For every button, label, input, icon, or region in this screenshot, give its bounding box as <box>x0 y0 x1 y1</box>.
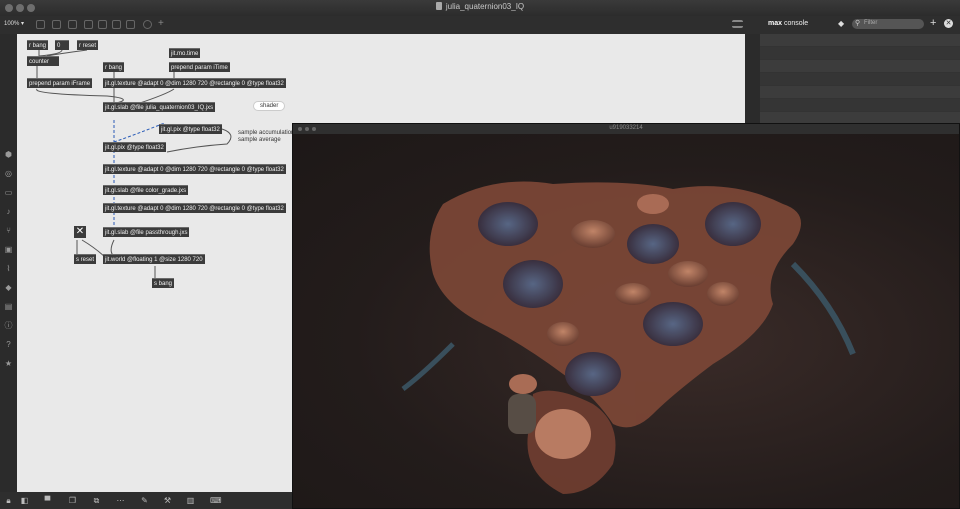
console-row <box>760 86 960 99</box>
star-icon[interactable]: ★ <box>4 359 13 368</box>
jit-world-object[interactable]: jit.world @floating 1 @size 1280 720 <box>103 254 205 264</box>
wand-icon[interactable]: ✎ <box>140 496 149 505</box>
passthrough-slab-object[interactable]: jit.gl.slab @file passthrough.jxs <box>103 227 190 237</box>
jit-gl-texture-object-3[interactable]: jit.gl.texture @adapt 0 @dim 1280 720 @r… <box>103 203 286 213</box>
rectangle-icon[interactable]: ▭ <box>4 188 13 197</box>
r-bang-object[interactable]: r bang <box>27 40 49 50</box>
target-icon[interactable]: ◎ <box>4 169 13 178</box>
console-title: max console <box>768 20 808 27</box>
counter-object[interactable]: counter <box>27 56 59 66</box>
wrench-icon[interactable]: ⚒ <box>163 496 172 505</box>
prepend-itime-object[interactable]: prepend param iTime <box>169 62 230 72</box>
add-object-icon[interactable]: + <box>158 19 167 29</box>
shader-comment: shader <box>253 101 286 111</box>
presentation-icon[interactable]: ◧ <box>20 496 29 505</box>
zoom-menu[interactable]: 100% ▾ <box>4 20 24 27</box>
console-row <box>760 73 960 86</box>
search-icon: ⚲ <box>855 20 861 27</box>
console-row <box>760 99 960 112</box>
dial-icon[interactable] <box>143 20 152 29</box>
info-icon[interactable]: ⓘ <box>4 321 13 330</box>
jit-gl-texture-object-1[interactable]: jit.gl.texture @adapt 0 @dim 1280 720 @r… <box>103 78 286 88</box>
jit-gl-slab-shader-object[interactable]: jit.gl.slab @file julia_quaternion03_IQ.… <box>103 102 216 112</box>
s-bang-object[interactable]: s bang <box>152 278 175 288</box>
console-filter-input[interactable]: ⚲ Filter <box>852 19 924 29</box>
console-title-rest: console <box>782 20 809 27</box>
display-icon[interactable]: ▀ <box>43 496 52 505</box>
jit-gl-pix-object-2[interactable]: jit.gl.pix @type float32 <box>103 142 166 152</box>
number-box-icon[interactable] <box>126 20 135 29</box>
window-title-text: julia_quaternion03_IQ <box>445 2 525 11</box>
number-box[interactable]: 0 <box>55 40 69 50</box>
r-bang-object-2[interactable]: r bang <box>103 62 125 72</box>
music-note-icon[interactable]: ♪ <box>4 207 13 216</box>
grid-icon[interactable]: ⋯ <box>116 496 125 505</box>
paperclip-icon[interactable]: ⌇ <box>4 264 13 273</box>
layers-icon[interactable]: ▤ <box>4 302 13 311</box>
lock-icon[interactable]: 🔒︎ <box>4 496 13 505</box>
button-object-icon[interactable] <box>84 20 93 29</box>
console-header: max console ◆ ⚲ Filter + ✕ <box>760 16 960 34</box>
s-reset-object[interactable]: s reset <box>74 254 97 264</box>
filter-placeholder: Filter <box>864 20 878 26</box>
render-window-titlebar: u919033214 <box>293 124 959 134</box>
windows-icon[interactable]: ❐ <box>68 496 77 505</box>
object-box-icon[interactable] <box>36 20 45 29</box>
console-row <box>760 60 960 73</box>
comment-icon[interactable] <box>68 20 77 29</box>
toggle-object-icon[interactable] <box>98 20 107 29</box>
image-icon[interactable]: ▣ <box>4 245 13 254</box>
jit-mo-time-object[interactable]: jit.mo.time <box>169 48 201 58</box>
help-icon[interactable]: ? <box>4 340 13 349</box>
debug-icon[interactable]: ⧉ <box>92 496 101 505</box>
clear-console-icon[interactable]: ✕ <box>944 19 953 28</box>
document-icon <box>435 2 442 10</box>
slider-object-icon[interactable] <box>112 20 121 29</box>
render-window-title: u919033214 <box>609 125 643 131</box>
patcher-toolbar: 100% ▾ + <box>0 16 760 34</box>
jit-gl-texture-object-2[interactable]: jit.gl.texture @adapt 0 @dim 1280 720 @r… <box>103 164 286 174</box>
r-reset-object[interactable]: r reset <box>77 40 99 50</box>
console-row <box>760 34 960 47</box>
sample-accumulation-comment: sample accumulation <box>238 130 295 136</box>
console-row <box>760 47 960 60</box>
add-icon[interactable]: + <box>930 17 936 29</box>
console-toggle-icon[interactable] <box>732 20 743 28</box>
bottom-toolbar: 🔒︎ ◧ ▀ ❐ ⧉ ⋯ ✎ ⚒ ▥ ⌨ <box>0 492 300 509</box>
window-title: julia_quaternion03_IQ <box>0 2 960 11</box>
prepend-iframe-object[interactable]: prepend param iFrame <box>27 78 93 88</box>
quaternion-julia-fractal-image <box>401 181 856 494</box>
jit-gl-pix-object-1[interactable]: jit.gl.pix @type float32 <box>159 124 222 134</box>
columns-icon[interactable]: ▥ <box>186 496 195 505</box>
diamond-icon[interactable]: ◆ <box>838 19 844 28</box>
fractal-render <box>293 134 959 508</box>
color-grade-slab-object[interactable]: jit.gl.slab @file color_grade.jxs <box>103 185 189 195</box>
cube-icon[interactable]: ⬢ <box>4 150 13 159</box>
branch-icon[interactable]: ⑂ <box>4 226 13 235</box>
render-window[interactable]: u919033214 <box>292 123 960 509</box>
keyboard-icon[interactable]: ⌨ <box>210 496 222 505</box>
left-sidebar: ⬢ ◎ ▭ ♪ ⑂ ▣ ⌇ ◆ ▤ ⓘ ? ★ <box>0 34 17 494</box>
message-box-icon[interactable] <box>52 20 61 29</box>
title-bar: julia_quaternion03_IQ <box>0 0 960 17</box>
sample-average-comment: sample average <box>238 137 281 143</box>
console-title-bold: max <box>768 20 783 27</box>
share-icon[interactable]: ◆ <box>4 283 13 292</box>
toggle-object[interactable]: ✕ <box>74 226 86 238</box>
